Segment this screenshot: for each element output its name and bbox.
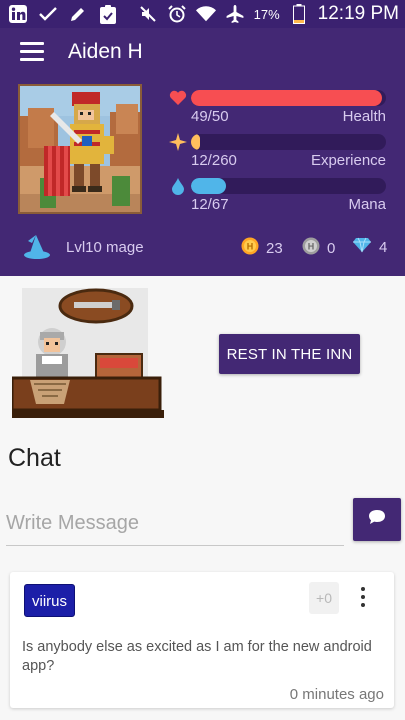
avatar[interactable] bbox=[18, 84, 142, 214]
username: Aiden H bbox=[68, 40, 143, 63]
experience-stat: 12/260 Experience bbox=[168, 132, 390, 172]
heart-icon bbox=[168, 88, 188, 108]
status-bar: 17% 12:19 PM bbox=[0, 0, 405, 28]
check-icon bbox=[38, 4, 58, 24]
health-bar bbox=[191, 90, 386, 106]
message-timestamp: 0 minutes ago bbox=[289, 686, 384, 703]
linkedin-icon bbox=[8, 4, 28, 24]
wizard-hat-icon bbox=[22, 233, 52, 261]
airplane-icon bbox=[225, 4, 245, 24]
alarm-icon bbox=[167, 4, 187, 24]
avatar-header: Aiden H 49/50 Health 12/260 Experience 1… bbox=[0, 28, 405, 276]
chat-message: viirus +0 Is anybody else as excited as … bbox=[10, 572, 394, 708]
main-content: REST IN THE INN Chat viirus +0 Is anybod… bbox=[0, 276, 405, 720]
rest-in-inn-button[interactable]: REST IN THE INN bbox=[219, 334, 360, 374]
battery-percent: 17% bbox=[253, 6, 280, 22]
message-author[interactable]: viirus bbox=[24, 584, 76, 617]
chat-bubble-icon bbox=[368, 509, 386, 530]
pencil-icon bbox=[68, 4, 88, 24]
experience-value: 12/260 bbox=[191, 152, 237, 169]
experience-bar bbox=[191, 134, 386, 150]
silver-coin-icon: H bbox=[302, 237, 320, 259]
chat-title: Chat bbox=[8, 444, 61, 472]
droplet-icon bbox=[168, 176, 188, 196]
gold-currency: H 23 bbox=[241, 237, 283, 259]
like-button[interactable]: +0 bbox=[309, 582, 339, 614]
message-text: Is anybody else as excited as I am for t… bbox=[22, 639, 372, 674]
hamburger-icon[interactable] bbox=[20, 42, 44, 62]
battery-icon bbox=[289, 4, 309, 24]
gem-currency: 4 bbox=[352, 237, 387, 257]
svg-text:H: H bbox=[247, 242, 254, 252]
class-level-label: Lvl10 mage bbox=[66, 239, 144, 256]
mana-value: 12/67 bbox=[191, 196, 229, 213]
mute-icon bbox=[138, 4, 158, 24]
clock-time: 12:19 PM bbox=[317, 3, 399, 24]
star-icon bbox=[168, 132, 188, 152]
level-currency-row: Lvl10 mage H 23 H 0 4 bbox=[0, 233, 405, 263]
gold-value: 23 bbox=[266, 239, 283, 257]
send-message-button[interactable] bbox=[353, 498, 401, 541]
silver-value: 0 bbox=[327, 239, 336, 257]
innkeeper-illustration bbox=[10, 284, 164, 422]
health-stat: 49/50 Health bbox=[168, 88, 390, 128]
mana-label: Mana bbox=[348, 196, 386, 213]
gold-coin-icon: H bbox=[241, 237, 259, 259]
health-value: 49/50 bbox=[191, 108, 229, 125]
wifi-icon bbox=[195, 4, 216, 24]
gem-icon bbox=[352, 237, 372, 257]
svg-text:H: H bbox=[308, 242, 315, 252]
experience-label: Experience bbox=[310, 152, 386, 169]
more-options-icon[interactable] bbox=[356, 584, 370, 610]
mana-bar bbox=[191, 178, 386, 194]
message-input[interactable] bbox=[6, 502, 344, 546]
silver-currency: H 0 bbox=[302, 237, 335, 259]
clipboard-icon bbox=[98, 4, 118, 24]
health-label: Health bbox=[342, 108, 386, 125]
mana-stat: 12/67 Mana bbox=[168, 176, 390, 216]
gem-value: 4 bbox=[379, 238, 388, 256]
